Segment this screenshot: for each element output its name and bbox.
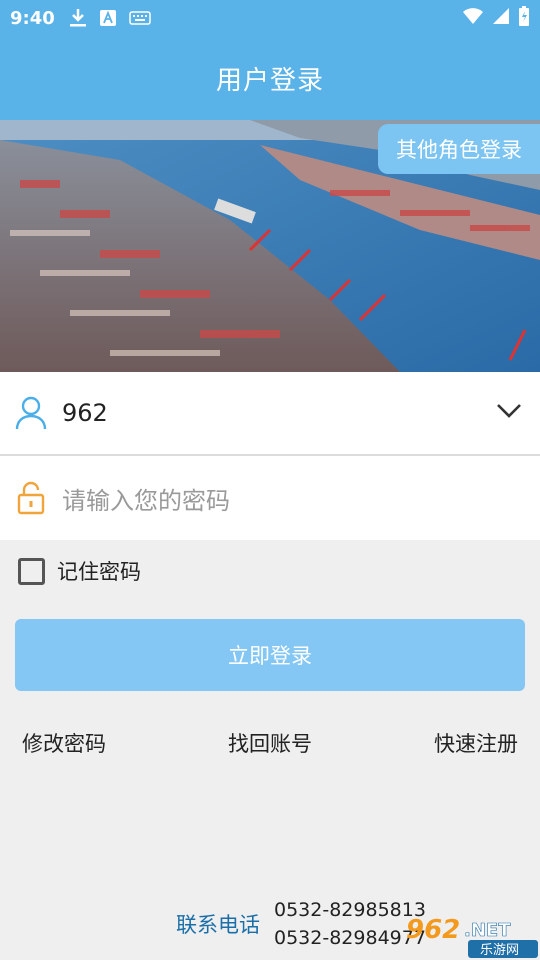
status-bar: 9:40 [0,0,540,36]
keyboard-icon [129,11,151,25]
login-button[interactable]: 立即登录 [15,619,525,691]
quick-register-link[interactable]: 快速注册 [434,728,518,758]
password-field[interactable]: 请输入您的密码 [0,456,540,540]
watermark-logo: 962 .NET 乐游网 [402,910,540,960]
remember-password-label[interactable]: 记住密码 [57,556,141,586]
contact-label: 联系电话 [176,913,260,937]
svg-text:962: 962 [406,915,460,945]
battery-icon [518,6,530,30]
page-title: 用户登录 [215,65,324,96]
change-password-link[interactable]: 修改密码 [22,728,106,758]
contact-info: 联系电话 0532-82985813 0532-82984977 [176,896,426,952]
other-role-login-button[interactable]: 其他角色登录 [378,124,540,174]
account-links: 修改密码 找回账号 快速注册 [22,728,518,758]
translate-icon [99,9,117,27]
cell-signal-icon [492,7,510,29]
user-icon [0,396,62,430]
password-placeholder[interactable]: 请输入您的密码 [62,481,230,516]
svg-text:乐游网: 乐游网 [480,943,519,958]
remember-password-checkbox[interactable] [18,557,45,585]
app-bar: 用户登录 [0,36,540,120]
wifi-icon [462,7,484,29]
username-field[interactable]: 962 [0,372,540,456]
svg-text:.NET: .NET [464,920,511,941]
username-value[interactable]: 962 [62,399,108,427]
recover-account-link[interactable]: 找回账号 [228,728,312,758]
status-time: 9:40 [10,7,55,29]
remember-password-option[interactable]: 记住密码 [18,556,141,586]
chevron-down-icon[interactable] [496,403,522,423]
download-icon [69,8,87,28]
lock-icon [0,481,62,515]
